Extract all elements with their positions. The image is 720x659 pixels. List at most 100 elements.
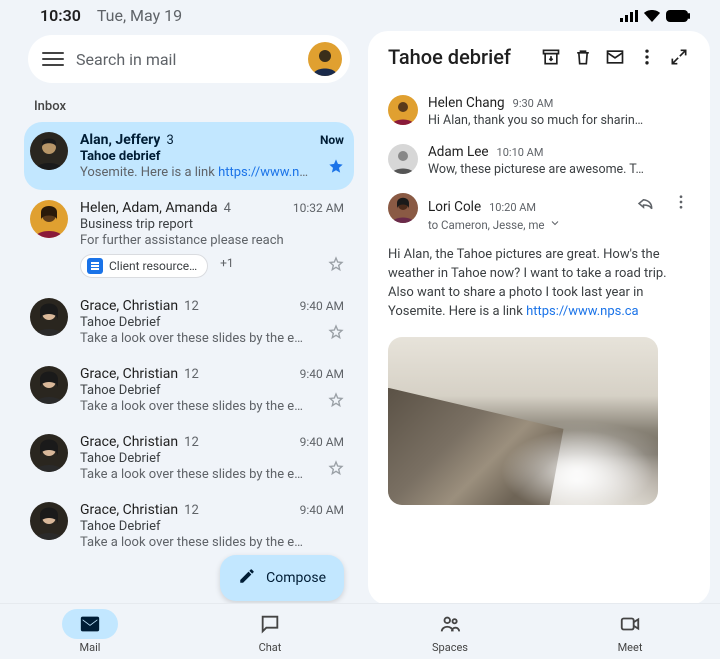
message-snippet: Wow, these picturese are awesome. T… <box>428 162 690 177</box>
message-time: 10:10 AM <box>497 146 544 159</box>
message-recipients[interactable]: to Cameron, Jesse, me <box>428 217 690 232</box>
status-icons <box>620 10 690 22</box>
inbox-pane: Search in mail Inbox Alan, Jeffery 3 <box>24 31 354 605</box>
thread-avatar <box>30 366 68 404</box>
compose-label: Compose <box>266 570 326 586</box>
thread-count: 12 <box>184 435 199 450</box>
status-bar: 10:30 Tue, May 19 <box>0 0 720 27</box>
account-avatar[interactable] <box>308 42 342 76</box>
thread-count: 4 <box>224 201 231 216</box>
signal-icon <box>620 10 638 22</box>
star-icon[interactable] <box>328 324 344 344</box>
thread-from: Grace, Christian <box>80 298 178 314</box>
thread-count: 3 <box>166 133 173 148</box>
message-sender: Helen Chang <box>428 95 505 111</box>
compose-button[interactable]: Compose <box>220 555 344 601</box>
thread-subject: Tahoe debrief <box>80 149 344 164</box>
message-time: 9:30 AM <box>513 97 554 110</box>
thread-time: 9:40 AM <box>300 367 344 381</box>
thread-avatar <box>30 200 68 238</box>
thread-time: 9:40 AM <box>300 299 344 313</box>
message-sender: Lori Cole <box>428 199 481 215</box>
thread-from: Grace, Christian <box>80 502 178 518</box>
thread-avatar <box>30 434 68 472</box>
thread-list[interactable]: Alan, Jeffery 3 Now Tahoe debrief Yosemi… <box>24 122 354 560</box>
thread-time: 10:32 AM <box>293 201 344 215</box>
thread-snippet-link[interactable]: https://www.nps... <box>218 165 310 180</box>
attachment-chip[interactable]: Client resource… <box>80 254 208 278</box>
chat-icon <box>242 609 298 639</box>
search-input[interactable]: Search in mail <box>76 50 296 69</box>
expand-icon[interactable] <box>668 46 690 68</box>
message-avatar <box>388 193 418 223</box>
thread-subject: Tahoe Debrief <box>80 315 344 330</box>
attachment-more[interactable]: +1 <box>220 256 234 270</box>
star-icon[interactable] <box>328 460 344 480</box>
search-bar[interactable]: Search in mail <box>28 35 350 83</box>
reply-icon[interactable] <box>636 193 654 215</box>
thread-time: Now <box>320 133 344 147</box>
thread-count: 12 <box>184 299 199 314</box>
nav-meet[interactable]: Meet <box>602 609 658 654</box>
attachment-image[interactable] <box>388 337 658 505</box>
menu-icon[interactable] <box>42 52 64 66</box>
mail-icon[interactable] <box>604 46 626 68</box>
status-date: Tue, May 19 <box>97 6 182 25</box>
delete-icon[interactable] <box>572 46 594 68</box>
reader-header: Tahoe debrief <box>388 45 690 77</box>
message-expanded[interactable]: Lori Cole 10:20 AM to Cameron, Jesse, me <box>388 193 690 232</box>
message-body-link[interactable]: https://www.nps.ca <box>526 304 639 319</box>
star-icon[interactable] <box>328 158 344 178</box>
thread-count: 12 <box>184 367 199 382</box>
message-more-icon[interactable] <box>672 193 690 215</box>
thread-avatar <box>30 502 68 540</box>
thread-from: Grace, Christian <box>80 434 178 450</box>
message-avatar <box>388 95 418 125</box>
spaces-icon <box>422 609 478 639</box>
reader-title: Tahoe debrief <box>388 45 530 69</box>
nav-chat[interactable]: Chat <box>242 609 298 654</box>
thread-snippet: Take a look over these slides by the end… <box>80 331 310 346</box>
star-icon[interactable] <box>328 256 344 276</box>
message-body: Hi Alan, the Tahoe pictures are great. H… <box>388 246 690 321</box>
doc-icon <box>87 258 103 274</box>
thread-snippet: Take a look over these slides by the end… <box>80 535 310 550</box>
thread-count: 12 <box>184 503 199 518</box>
status-time: 10:30 <box>40 6 81 25</box>
thread-from: Alan, Jeffery <box>80 132 160 148</box>
thread-avatar <box>30 132 68 170</box>
battery-icon <box>666 10 690 22</box>
thread-item[interactable]: Grace, Christian129:40 AM Tahoe Debrief … <box>24 492 354 560</box>
thread-item[interactable]: Helen, Adam, Amanda 4 10:32 AM Business … <box>24 190 354 288</box>
thread-subject: Tahoe Debrief <box>80 519 344 534</box>
mail-filled-icon <box>62 609 118 639</box>
thread-time: 9:40 AM <box>300 503 344 517</box>
nav-spaces[interactable]: Spaces <box>422 609 478 654</box>
thread-snippet: Take a look over these slides by the end… <box>80 399 310 414</box>
message-collapsed[interactable]: Helen Chang9:30 AM Hi Alan, thank you so… <box>388 95 690 128</box>
thread-item[interactable]: Grace, Christian129:40 AM Tahoe Debrief … <box>24 424 354 492</box>
thread-snippet: For further assistance please reach <box>80 233 310 248</box>
bottom-nav: Mail Chat Spaces Meet <box>0 603 720 659</box>
archive-icon[interactable] <box>540 46 562 68</box>
thread-from: Grace, Christian <box>80 366 178 382</box>
thread-time: 9:40 AM <box>300 435 344 449</box>
thread-item[interactable]: Alan, Jeffery 3 Now Tahoe debrief Yosemi… <box>24 122 354 190</box>
meet-icon <box>602 609 658 639</box>
star-icon[interactable] <box>328 392 344 412</box>
thread-subject: Tahoe Debrief <box>80 383 344 398</box>
more-icon[interactable] <box>636 46 658 68</box>
thread-item[interactable]: Grace, Christian129:40 AM Tahoe Debrief … <box>24 288 354 356</box>
thread-subject: Business trip report <box>80 217 344 232</box>
pencil-icon <box>238 567 256 589</box>
message-sender: Adam Lee <box>428 144 489 160</box>
nav-mail[interactable]: Mail <box>62 609 118 654</box>
thread-item[interactable]: Grace, Christian129:40 AM Tahoe Debrief … <box>24 356 354 424</box>
message-list: Helen Chang9:30 AM Hi Alan, thank you so… <box>388 95 690 232</box>
thread-snippet: Yosemite. Here is a link https://www.nps… <box>80 165 310 180</box>
message-collapsed[interactable]: Adam Lee 10:10 AM Wow, these picturese ar… <box>388 144 690 177</box>
thread-from: Helen, Adam, Amanda <box>80 200 218 216</box>
inbox-label: Inbox <box>24 93 354 122</box>
status-left: 10:30 Tue, May 19 <box>40 6 182 25</box>
message-time: 10:20 AM <box>489 201 536 214</box>
